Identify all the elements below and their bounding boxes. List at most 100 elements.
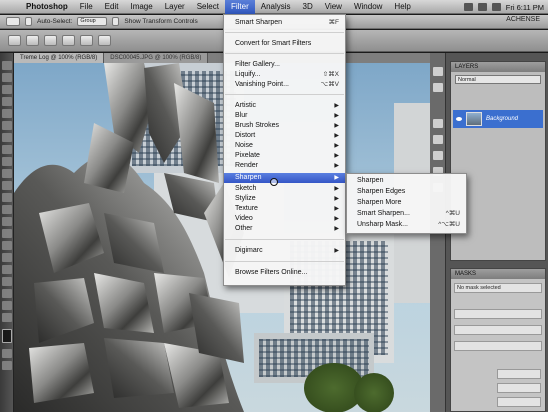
menu-item-pixelate[interactable]: Pixelate ▶ (224, 151, 345, 161)
menu-3d[interactable]: 3D (297, 0, 319, 14)
menu-item-blur[interactable]: Blur ▶ (224, 111, 345, 121)
type-tool-icon[interactable] (2, 241, 12, 250)
menu-item-sketch[interactable]: Sketch ▶ (224, 184, 345, 194)
eyedropper-tool-icon[interactable] (2, 121, 12, 130)
menu-item-artistic[interactable]: Artistic ▶ (224, 101, 345, 111)
menu-item-noise[interactable]: Noise ▶ (224, 141, 345, 151)
menu-edit[interactable]: Edit (99, 0, 125, 14)
menu-app-photoshop[interactable]: Photoshop (20, 0, 74, 14)
menu-item-label: Render (235, 162, 258, 169)
lasso-tool-icon[interactable] (2, 85, 12, 94)
menu-item-label: Digimarc (235, 247, 263, 254)
screen-mode-icon[interactable] (2, 361, 12, 370)
history-panel-icon[interactable] (433, 67, 443, 76)
move-tool-icon[interactable] (2, 61, 12, 70)
masks-panel-title[interactable]: MASKS (451, 269, 545, 279)
tab-document-1[interactable]: Treme Log @ 100% (RGB/8) (14, 53, 105, 63)
history-brush-tool-icon[interactable] (2, 169, 12, 178)
path-select-tool-icon[interactable] (2, 253, 12, 262)
align-left-button[interactable] (62, 35, 75, 46)
menu-filter[interactable]: Filter (224, 0, 255, 14)
dodge-tool-icon[interactable] (2, 217, 12, 226)
menu-analysis[interactable]: Analysis (255, 0, 297, 14)
volume-icon[interactable] (491, 3, 501, 11)
auto-select-checkbox[interactable] (25, 17, 32, 26)
marquee-tool-icon[interactable] (2, 73, 12, 82)
align-top-button[interactable] (8, 35, 21, 46)
menu-item-sharpen[interactable]: Sharpen ▶ (224, 173, 345, 183)
clone-source-panel-icon[interactable] (433, 151, 443, 160)
menu-item-label: Browse Filters Online... (235, 269, 308, 276)
layer-row-background[interactable]: Background (453, 110, 543, 128)
align-bottom-button[interactable] (44, 35, 57, 46)
auto-select-dropdown[interactable]: Group (77, 17, 108, 26)
submenu-item-sharpen[interactable]: Sharpen (347, 175, 466, 186)
shape-tool-icon[interactable] (2, 265, 12, 274)
menubar-clock[interactable]: Fri 6:11 PM (506, 3, 544, 12)
mask-edge-button[interactable] (497, 369, 541, 379)
submenu-arrow-icon: ▶ (334, 226, 339, 232)
menu-layer[interactable]: Layer (159, 0, 191, 14)
menu-select[interactable]: Select (191, 0, 225, 14)
menu-item-texture[interactable]: Texture ▶ (224, 204, 345, 214)
hand-tool-icon[interactable] (2, 301, 12, 310)
quick-select-tool-icon[interactable] (2, 97, 12, 106)
submenu-item-smart-sharpen[interactable]: Smart Sharpen... ^⌘U (347, 208, 466, 219)
foreground-color-swatch[interactable] (2, 329, 12, 343)
blend-mode-dropdown[interactable]: Normal (455, 75, 541, 84)
menu-item-other[interactable]: Other ▶ (224, 224, 345, 234)
tool-preset-picker[interactable] (6, 17, 20, 26)
align-center-button[interactable] (80, 35, 93, 46)
workspace-switcher[interactable]: ACHENSE (506, 16, 540, 23)
3d-orbit-tool-icon[interactable] (2, 289, 12, 298)
brush-panel-icon[interactable] (433, 135, 443, 144)
menu-item-liquify[interactable]: Liquify... ⇧⌘X (224, 70, 345, 80)
menu-view[interactable]: View (319, 0, 348, 14)
menu-item-stylize[interactable]: Stylize ▶ (224, 194, 345, 204)
menu-item-browse-filters-online[interactable]: Browse Filters Online... (224, 268, 345, 278)
menu-item-video[interactable]: Video ▶ (224, 214, 345, 224)
menu-item-vanishing-point[interactable]: Vanishing Point... ⌥⌘V (224, 80, 345, 90)
styles-panel-icon[interactable] (433, 119, 443, 128)
eraser-tool-icon[interactable] (2, 181, 12, 190)
tab-document-2[interactable]: DSC00045.JPG @ 100% (RGB/8) (104, 53, 209, 63)
color-range-button[interactable] (497, 383, 541, 393)
mask-density-field[interactable] (454, 309, 542, 319)
menu-window[interactable]: Window (348, 0, 388, 14)
mask-refine-field[interactable] (454, 341, 542, 351)
zoom-tool-icon[interactable] (2, 313, 12, 322)
crop-tool-icon[interactable] (2, 109, 12, 118)
menu-item-filter-gallery[interactable]: Filter Gallery... (224, 60, 345, 70)
quick-mask-icon[interactable] (2, 349, 12, 358)
layers-panel-title[interactable]: LAYERS (451, 62, 545, 72)
submenu-item-sharpen-more[interactable]: Sharpen More (347, 197, 466, 208)
invert-button[interactable] (497, 397, 541, 407)
swatches-panel-icon[interactable] (433, 83, 443, 92)
align-right-button[interactable] (98, 35, 111, 46)
blur-tool-icon[interactable] (2, 205, 12, 214)
menu-item-render[interactable]: Render ▶ (224, 161, 345, 171)
submenu-item-unsharp-mask[interactable]: Unsharp Mask... ^⌥⌘U (347, 219, 466, 230)
menu-item-distort[interactable]: Distort ▶ (224, 131, 345, 141)
menu-item-brush-strokes[interactable]: Brush Strokes ▶ (224, 121, 345, 131)
mask-feather-field[interactable] (454, 325, 542, 335)
document-canvas[interactable] (14, 63, 430, 412)
menu-item-digimarc[interactable]: Digimarc ▶ (224, 246, 345, 256)
clone-stamp-tool-icon[interactable] (2, 157, 12, 166)
menu-item-smart-sharpen[interactable]: Smart Sharpen ⌘F (224, 18, 345, 28)
menu-image[interactable]: Image (124, 0, 158, 14)
healing-brush-tool-icon[interactable] (2, 133, 12, 142)
3d-rotate-tool-icon[interactable] (2, 277, 12, 286)
brush-tool-icon[interactable] (2, 145, 12, 154)
submenu-item-sharpen-edges[interactable]: Sharpen Edges (347, 186, 466, 197)
bluetooth-icon[interactable] (463, 3, 473, 11)
gradient-tool-icon[interactable] (2, 193, 12, 202)
show-transform-checkbox[interactable] (112, 17, 120, 26)
menu-item-convert-smart-filters[interactable]: Convert for Smart Filters (224, 39, 345, 49)
pen-tool-icon[interactable] (2, 229, 12, 238)
menu-file[interactable]: File (74, 0, 99, 14)
wifi-icon[interactable] (477, 3, 487, 11)
menu-help[interactable]: Help (388, 0, 416, 14)
align-middle-button[interactable] (26, 35, 39, 46)
eye-icon[interactable] (456, 117, 462, 121)
